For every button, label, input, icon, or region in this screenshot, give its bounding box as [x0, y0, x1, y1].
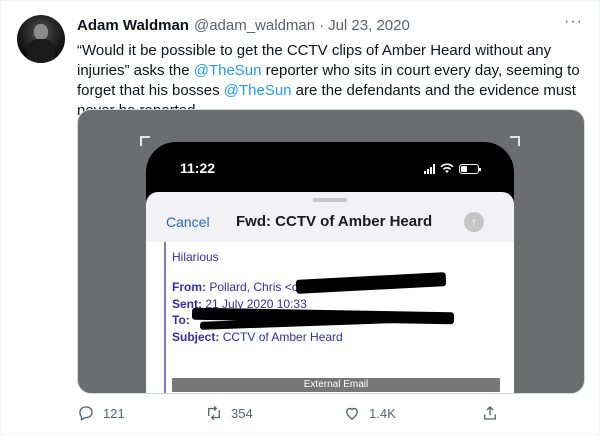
quote-bar — [164, 242, 166, 393]
email-compose-sheet: Cancel Fwd: CCTV of Amber Heard ↑ Hilari… — [146, 192, 514, 393]
avatar[interactable] — [17, 15, 65, 63]
from-label: From: — [172, 280, 206, 294]
wifi-icon — [440, 163, 454, 176]
share-button[interactable] — [481, 403, 499, 423]
like-button[interactable]: 1.4K — [343, 403, 396, 423]
subject-label: Subject: — [172, 330, 220, 344]
signal-icon — [424, 164, 435, 174]
email-body: Hilarious From: Pollard, Chris <c. Sent:… — [146, 242, 514, 393]
reply-count: 121 — [103, 405, 125, 421]
heart-icon — [346, 407, 358, 420]
email-first-line: Hilarious — [172, 250, 219, 264]
crop-corner — [140, 136, 150, 146]
separator: · — [319, 16, 325, 34]
email-to-line: To: — [172, 313, 190, 327]
reply-button[interactable]: 121 — [77, 403, 125, 423]
more-options-icon[interactable]: ··· — [564, 13, 583, 31]
retweet-count: 354 — [231, 405, 253, 421]
retweet-icon — [208, 405, 220, 421]
tweet-date[interactable]: Jul 23, 2020 — [328, 17, 410, 34]
email-title: Fwd: CCTV of Amber Heard — [236, 213, 433, 230]
from-value: Pollard, Chris <c. — [209, 280, 302, 294]
author-handle[interactable]: @adam_waldman — [194, 17, 315, 34]
redaction-mark — [295, 272, 447, 294]
like-count: 1.4K — [369, 405, 396, 421]
to-label: To: — [172, 313, 190, 327]
avatar-body — [27, 39, 55, 63]
tweet-header: Adam Waldman @adam_waldman · Jul 23, 202… — [77, 13, 583, 35]
crop-corner — [510, 136, 520, 146]
share-icon — [484, 406, 496, 420]
cancel-button: Cancel — [166, 214, 210, 230]
email-from-line: From: Pollard, Chris <c. — [172, 280, 301, 294]
author-name[interactable]: Adam Waldman — [77, 17, 189, 34]
tweet-media-image[interactable]: 11:22 Cancel Fwd: CCTV of Amber Heard ↑ … — [77, 109, 585, 394]
battery-icon — [459, 164, 481, 174]
reply-icon — [79, 406, 93, 421]
tweet-actions: 121 354 1.4K — [77, 403, 585, 423]
email-subject-line: Subject: CCTV of Amber Heard — [172, 330, 343, 344]
mention-link[interactable]: @TheSun — [194, 62, 262, 79]
arrow-up-icon: ↑ — [464, 212, 484, 232]
avatar-head — [34, 24, 48, 40]
phone-status-icons — [424, 162, 481, 176]
external-email-banner: External Email — [172, 378, 500, 392]
tweet: Adam Waldman @adam_waldman · Jul 23, 202… — [0, 0, 600, 436]
mention-link[interactable]: @TheSun — [224, 82, 292, 99]
retweet-button[interactable]: 354 — [205, 403, 253, 423]
sheet-grabber — [313, 198, 347, 202]
subject-value: CCTV of Amber Heard — [222, 330, 343, 344]
phone-time: 11:22 — [180, 160, 216, 176]
